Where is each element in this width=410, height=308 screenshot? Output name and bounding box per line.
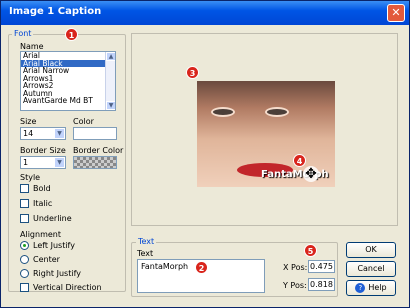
badge-4: 4 bbox=[293, 154, 306, 167]
window-title: Image 1 Caption bbox=[9, 6, 102, 17]
chevron-down-icon[interactable]: ▼ bbox=[54, 157, 65, 168]
ok-button[interactable]: OK bbox=[346, 242, 396, 258]
font-list-item[interactable]: AvantGarde Md BT bbox=[21, 97, 115, 105]
border-size-value: 1 bbox=[23, 158, 29, 167]
left-eye bbox=[211, 107, 235, 117]
ypos-field[interactable]: 0.818 bbox=[308, 278, 335, 291]
font-name-label: Name bbox=[20, 42, 44, 51]
font-name-list[interactable]: Arial Arial Black Arial Narrow Arrows1 A… bbox=[20, 51, 116, 111]
right-justify-label: Right Justify bbox=[33, 269, 81, 278]
size-label: Size bbox=[20, 117, 37, 126]
underline-checkbox[interactable] bbox=[20, 214, 29, 223]
right-eye bbox=[265, 107, 289, 117]
badge-5: 5 bbox=[304, 244, 317, 257]
chevron-down-icon[interactable]: ▼ bbox=[54, 128, 65, 139]
move-cursor-icon: ✥ bbox=[303, 166, 319, 182]
font-list-scrollbar[interactable]: ▲ ▼ bbox=[105, 52, 115, 110]
italic-checkbox[interactable] bbox=[20, 199, 29, 208]
badge-3: 3 bbox=[186, 66, 199, 79]
scroll-down-icon[interactable]: ▼ bbox=[106, 101, 115, 110]
bold-label: Bold bbox=[33, 184, 51, 193]
vertical-direction-label: Vertical Direction bbox=[33, 283, 102, 292]
ypos-label: Y Pos: bbox=[283, 281, 307, 290]
title-bar[interactable]: Image 1 Caption ✕ bbox=[1, 1, 409, 25]
bold-checkbox[interactable] bbox=[20, 184, 29, 193]
border-color-label: Border Color bbox=[73, 146, 124, 155]
color-label: Color bbox=[73, 117, 94, 126]
xpos-value: 0.475 bbox=[310, 262, 333, 271]
right-justify-radio[interactable] bbox=[20, 269, 29, 278]
left-justify-radio[interactable] bbox=[20, 241, 29, 250]
size-select[interactable]: 14 ▼ bbox=[20, 127, 66, 140]
left-justify-label: Left Justify bbox=[33, 241, 75, 250]
text-group-legend: Text bbox=[136, 237, 157, 246]
caption-dialog: Image 1 Caption ✕ Font 1 Name Arial Aria… bbox=[0, 0, 410, 308]
vertical-direction-checkbox[interactable] bbox=[20, 283, 29, 292]
badge-1: 1 bbox=[65, 28, 78, 41]
center-radio[interactable] bbox=[20, 255, 29, 264]
italic-label: Italic bbox=[33, 199, 53, 208]
close-button[interactable]: ✕ bbox=[387, 4, 405, 22]
caption-text-value: FantaMorph bbox=[141, 262, 189, 271]
style-label: Style bbox=[20, 173, 41, 182]
cancel-button[interactable]: Cancel bbox=[346, 261, 396, 277]
help-button[interactable]: ? Help bbox=[346, 280, 396, 296]
color-swatch[interactable] bbox=[73, 127, 117, 140]
center-label: Center bbox=[33, 255, 60, 264]
border-size-select[interactable]: 1 ▼ bbox=[20, 156, 66, 169]
scroll-up-icon[interactable]: ▲ bbox=[106, 52, 115, 61]
border-size-label: Border Size bbox=[20, 146, 66, 155]
text-label: Text bbox=[137, 249, 154, 258]
xpos-field[interactable]: 0.475 bbox=[308, 260, 335, 273]
xpos-label: X Pos: bbox=[283, 263, 308, 272]
help-label: Help bbox=[368, 283, 387, 292]
help-icon: ? bbox=[355, 283, 366, 293]
border-color-swatch[interactable] bbox=[73, 156, 117, 169]
underline-label: Underline bbox=[33, 214, 72, 223]
alignment-label: Alignment bbox=[20, 230, 61, 239]
font-group-legend: Font bbox=[12, 29, 34, 38]
size-value: 14 bbox=[23, 129, 34, 138]
badge-2: 2 bbox=[195, 261, 208, 274]
ypos-value: 0.818 bbox=[310, 280, 333, 289]
